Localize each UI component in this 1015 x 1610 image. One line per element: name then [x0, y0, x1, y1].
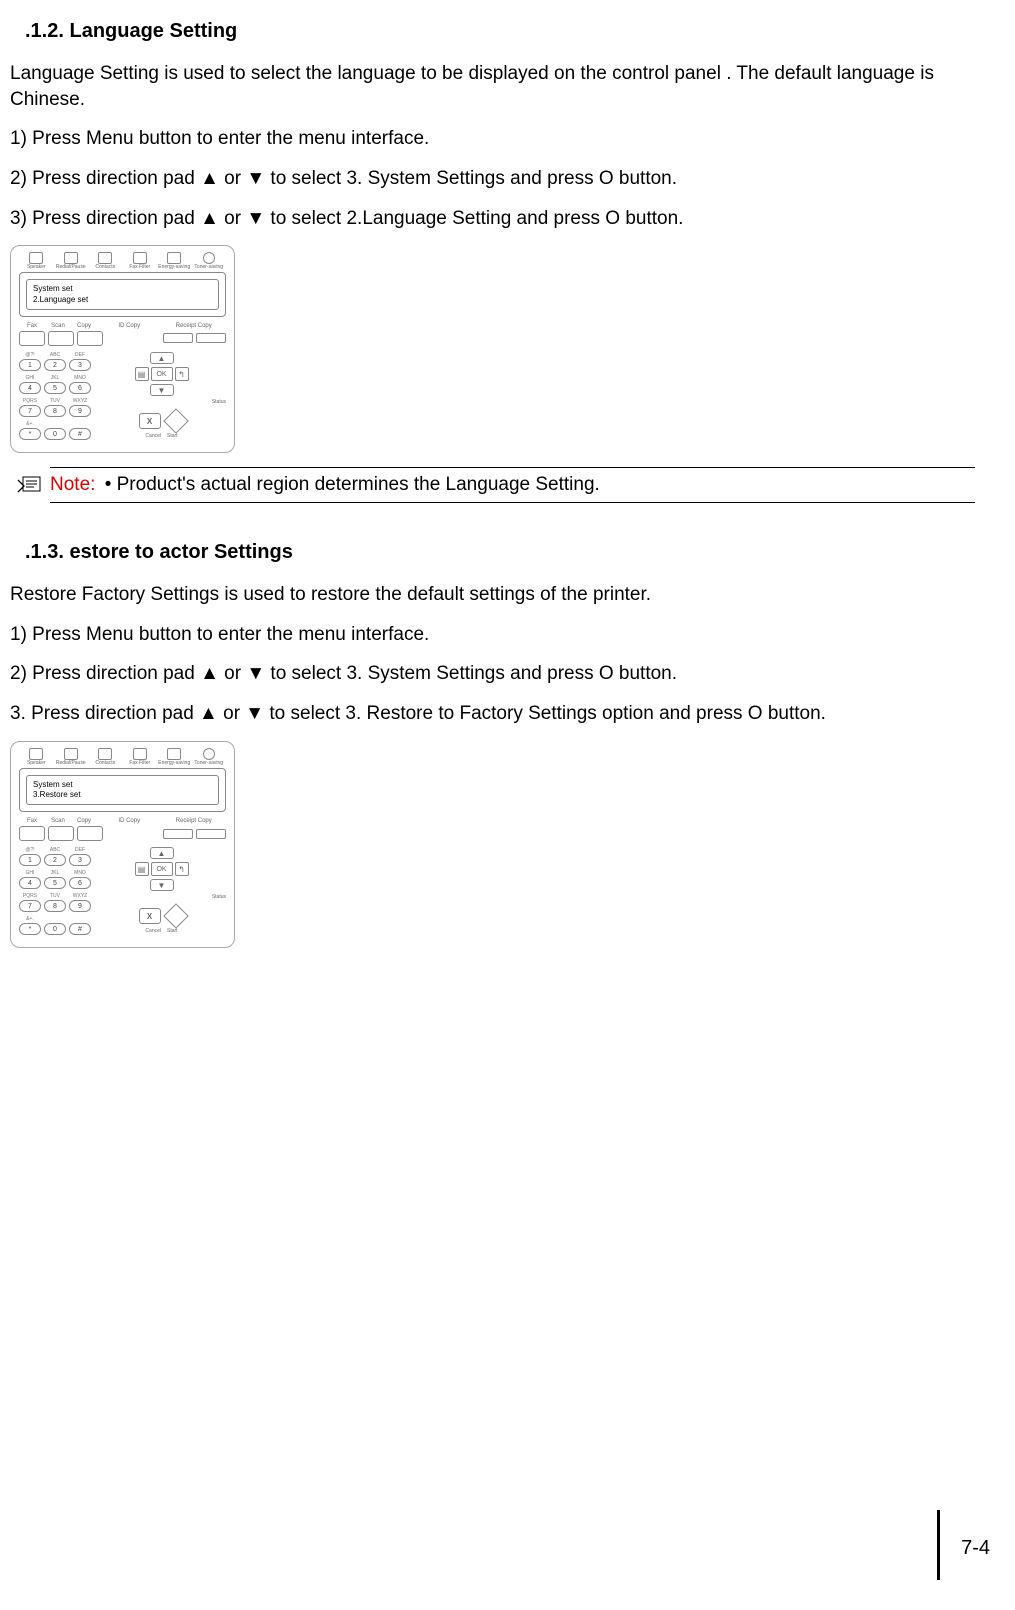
page-side-bar	[937, 1510, 940, 1580]
key-1: 1	[19, 359, 41, 371]
key-3: 3	[69, 854, 91, 866]
section1-step2: 2) Press direction pad ▲ or ▼ to select …	[10, 166, 975, 192]
menu-button: ▤	[135, 367, 149, 381]
control-panel-figure-2: Speaker Redial/Pause Contacts Fax Filter…	[10, 741, 235, 949]
start-button	[163, 408, 188, 433]
status-label: Status	[97, 894, 226, 900]
cancel-button: X	[139, 908, 161, 924]
section2-step3: 3. Press direction pad ▲ or ▼ to select …	[10, 701, 975, 727]
key-3: 3	[69, 359, 91, 371]
note-label: Note:	[50, 474, 95, 495]
scan-button	[48, 826, 74, 841]
keypad: @?!ABCDEF 1 2 3 GHIJKLMNO 4 5 6 PQRSTUVW…	[19, 352, 91, 444]
note-text: • Product's actual region determines the…	[99, 474, 599, 495]
speaker-icon: Speaker	[19, 252, 54, 270]
cancel-caption: Cancel	[145, 433, 161, 439]
lcd2-line1: System set	[33, 780, 212, 790]
id-copy-button	[163, 829, 193, 839]
panel-top-icons: Speaker Redial/Pause Contacts Fax Filter…	[19, 252, 226, 270]
key-hash: #	[69, 923, 91, 935]
contacts-icon: Contacts	[88, 748, 123, 766]
key-hash: #	[69, 428, 91, 440]
lcd-inner: System set 2.Language set	[26, 279, 219, 310]
lcd-line2: 2.Language set	[33, 295, 212, 305]
fax-button	[19, 826, 45, 841]
energy-saving-icon: Energy-saving	[157, 748, 192, 766]
status-label: Status	[97, 399, 226, 405]
fax-filter-icon: Fax Filter	[123, 252, 158, 270]
toner-saving-icon: Toner-saving	[192, 252, 227, 270]
control-panel-figure-1: Speaker Redial/Pause Contacts Fax Filter…	[10, 245, 235, 453]
ok-button: OK	[151, 367, 173, 381]
mode-buttons	[19, 331, 226, 346]
panel-right: ▲ ▤ OK ↰ ▼ Status X Cancel Start	[97, 352, 226, 444]
key-8: 8	[44, 900, 66, 912]
key-8: 8	[44, 405, 66, 417]
key-9: 9	[69, 405, 91, 417]
fax-filter-icon: Fax Filter	[123, 748, 158, 766]
copy-button	[77, 331, 103, 346]
cancel-caption: Cancel	[145, 928, 161, 934]
key-5: 5	[44, 382, 66, 394]
key-star: *	[19, 923, 41, 935]
section1-step1: 1) Press Menu button to enter the menu i…	[10, 126, 975, 152]
lcd-screen-2: System set 3.Restore set	[19, 768, 226, 813]
mode-labels: Fax Scan Copy ID Copy Receipt Copy	[19, 323, 226, 329]
cancel-button: X	[139, 413, 161, 429]
energy-saving-icon: Energy-saving	[157, 252, 192, 270]
redial-pause-icon: Redial/Pause	[54, 748, 89, 766]
keypad-2: @?!ABCDEF 1 2 3 GHIJKLMNO 4 5 6 PQRSTUVW…	[19, 847, 91, 939]
back-button: ↰	[175, 862, 189, 876]
section1-step3: 3) Press direction pad ▲ or ▼ to select …	[10, 206, 975, 232]
section2-step1: 1) Press Menu button to enter the menu i…	[10, 622, 975, 648]
lcd-screen: System set 2.Language set	[19, 272, 226, 317]
back-button: ↰	[175, 367, 189, 381]
heading-restore-settings: .1.3. estore to actor Settings	[25, 541, 975, 564]
key-1: 1	[19, 854, 41, 866]
key-4: 4	[19, 382, 41, 394]
key-7: 7	[19, 900, 41, 912]
note-icon	[10, 474, 50, 496]
section1-desc: Language Setting is used to select the l…	[10, 61, 975, 112]
start-caption: Start	[167, 928, 178, 934]
panel2-top-icons: Speaker Redial/Pause Contacts Fax Filter…	[19, 748, 226, 766]
down-arrow-button: ▼	[150, 879, 174, 891]
fax-button	[19, 331, 45, 346]
key-4: 4	[19, 877, 41, 889]
section2-step2: 2) Press direction pad ▲ or ▼ to select …	[10, 661, 975, 687]
up-arrow-button: ▲	[150, 352, 174, 364]
contacts-icon: Contacts	[88, 252, 123, 270]
key-2: 2	[44, 854, 66, 866]
key-0: 0	[44, 923, 66, 935]
key-7: 7	[19, 405, 41, 417]
menu-button: ▤	[135, 862, 149, 876]
key-6: 6	[69, 382, 91, 394]
lcd2-line2: 3.Restore set	[33, 790, 212, 800]
ok-button: OK	[151, 862, 173, 876]
key-5: 5	[44, 877, 66, 889]
toner-saving-icon: Toner-saving	[192, 748, 227, 766]
down-arrow-button: ▼	[150, 384, 174, 396]
section2-desc: Restore Factory Settings is used to rest…	[10, 582, 975, 608]
note-box: Note: • Product's actual region determin…	[10, 467, 975, 503]
lcd-line1: System set	[33, 284, 212, 294]
key-star: *	[19, 428, 41, 440]
redial-pause-icon: Redial/Pause	[54, 252, 89, 270]
key-0: 0	[44, 428, 66, 440]
key-2: 2	[44, 359, 66, 371]
up-arrow-button: ▲	[150, 847, 174, 859]
speaker-icon: Speaker	[19, 748, 54, 766]
receipt-copy-button	[196, 829, 226, 839]
scan-button	[48, 331, 74, 346]
id-copy-button	[163, 333, 193, 343]
start-button	[163, 904, 188, 929]
key-9: 9	[69, 900, 91, 912]
start-caption: Start	[167, 433, 178, 439]
receipt-copy-button	[196, 333, 226, 343]
key-6: 6	[69, 877, 91, 889]
heading-language-setting: .1.2. Language Setting	[25, 20, 975, 43]
page-number: 7-4	[961, 1537, 990, 1560]
copy-button	[77, 826, 103, 841]
